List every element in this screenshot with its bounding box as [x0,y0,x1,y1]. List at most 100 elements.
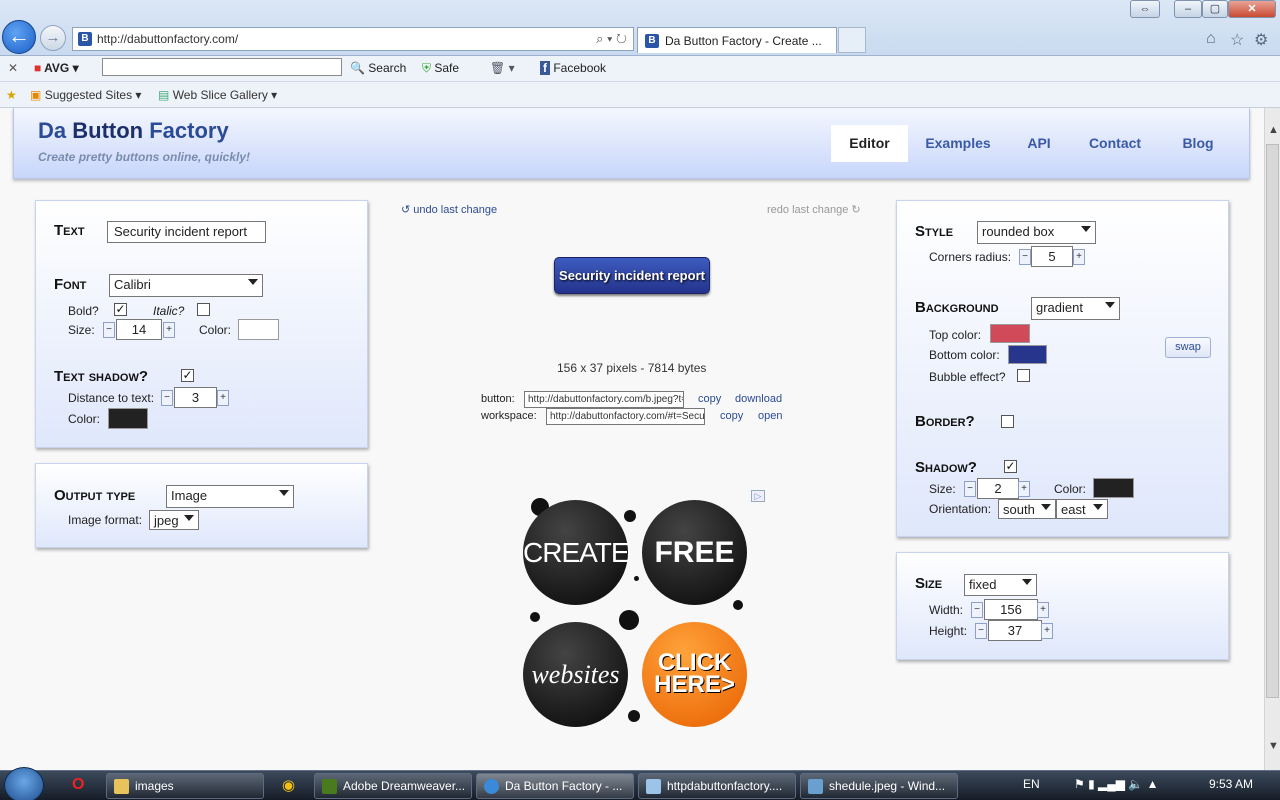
clock[interactable]: 9:53 AM [1209,777,1253,791]
workspace-url-input[interactable]: http://dabuttonfactory.com/#t=Secur [546,408,705,425]
restore-icon[interactable]: ⇔ [1130,0,1160,18]
nav-editor[interactable]: Editor [831,125,908,162]
font-select[interactable]: Calibri [109,274,263,297]
top-color-swatch[interactable] [990,324,1030,343]
avg-search-input[interactable] [102,58,342,76]
web-slice-gallery-link[interactable]: ▤ Web Slice Gallery ▾ [158,88,277,102]
chrome-icon[interactable]: ◉ [282,776,295,794]
button-url-input[interactable]: http://dabuttonfactory.com/b.jpeg?t= [524,391,684,408]
scroll-up-icon[interactable]: ▲ [1268,124,1279,136]
task-dreamweaver[interactable]: Adobe Dreamweaver... [314,773,472,799]
trash-icon[interactable]: 🗑 ▾ [490,61,515,75]
size-minus-button[interactable]: − [103,322,115,338]
nav-api[interactable]: API [1009,125,1069,162]
download-link[interactable]: download [735,393,782,405]
text-shadow-checkbox[interactable]: ✓ [181,369,194,382]
image-format-select[interactable]: jpeg [149,510,199,530]
gear-icon[interactable]: ⚙ [1254,30,1268,50]
start-button[interactable] [4,767,44,800]
width-plus-button[interactable]: + [1037,602,1049,618]
corners-minus-button[interactable]: − [1019,249,1031,265]
width-minus-button[interactable]: − [971,602,983,618]
text-panel: Text Security incident report Font Calib… [35,200,368,448]
size-plus-button[interactable]: + [163,322,175,338]
orientation-vertical-select[interactable]: south [998,499,1056,519]
copy-button-url-link[interactable]: copy [698,393,721,405]
facebook-button[interactable]: f Facebook [540,61,606,75]
task-photo-viewer[interactable]: shedule.jpeg - Wind... [800,773,958,799]
address-bar[interactable]: B http://dabuttonfactory.com/ ⌕ ▾ ↻ [72,27,634,51]
distance-plus-button[interactable]: + [217,390,229,406]
bottom-color-swatch[interactable] [1008,345,1047,364]
text-shadow-color-swatch[interactable] [108,408,148,429]
search-button[interactable]: 🔍 Search [350,61,406,75]
text-input[interactable]: Security incident report [107,221,266,243]
shadow-size-plus-button[interactable]: + [1018,481,1030,497]
distance-minus-button[interactable]: − [161,390,173,406]
size-input[interactable]: 14 [116,319,162,340]
swap-button[interactable]: swap [1165,337,1211,358]
size-mode-select[interactable]: fixed [964,574,1037,596]
background-select[interactable]: gradient [1031,297,1120,320]
output-type-select[interactable]: Image [166,485,294,508]
task-images[interactable]: images [106,773,264,799]
button-preview[interactable]: Security incident report [554,257,710,294]
site-logo[interactable]: Da Button Factory [38,118,229,144]
bold-checkbox[interactable]: ✓ [114,303,127,316]
nav-blog[interactable]: Blog [1161,125,1235,162]
ad-websites-ball: websites [523,622,628,727]
scroll-down-icon[interactable]: ▼ [1268,740,1279,752]
orientation-horizontal-select[interactable]: east [1056,499,1108,519]
avg-button[interactable]: ■ AVG ▾ [34,61,79,75]
favorites-icon[interactable]: ★ [6,88,17,102]
height-plus-button[interactable]: + [1041,623,1053,639]
language-indicator[interactable]: EN [1023,777,1040,791]
close-button[interactable]: ✕ [1228,0,1276,18]
safe-button[interactable]: ⛨ Safe [422,61,459,76]
advertisement[interactable]: ▷ CREATE FREE websites CLICK HERE> [515,488,770,733]
bubble-effect-checkbox[interactable] [1017,369,1030,382]
vertical-scrollbar[interactable]: ▲ ▼ [1264,108,1280,770]
corners-radius-input[interactable]: 5 [1031,246,1073,267]
shadow-checkbox[interactable]: ✓ [1004,460,1017,473]
style-select[interactable]: rounded box [977,221,1096,244]
adchoices-icon[interactable]: ▷ [751,490,765,502]
scroll-thumb[interactable] [1266,144,1279,698]
minimize-button[interactable]: – [1174,0,1202,18]
copy-workspace-url-link[interactable]: copy [720,410,743,422]
task-dabuttonfactory[interactable]: Da Button Factory - ... [476,773,634,799]
distance-input[interactable]: 3 [174,387,217,408]
home-icon[interactable]: ⌂ [1206,30,1216,48]
undo-link[interactable]: ↺ undo last change [401,203,497,216]
bubble-effect-label: Bubble effect? [929,370,1006,384]
browser-tab-active[interactable]: B Da Button Factory - Create ... [637,27,837,53]
suggested-sites-link[interactable]: ▣ Suggested Sites ▾ [30,88,141,102]
back-button[interactable]: ← [2,20,36,54]
ad-click-here-ball[interactable]: CLICK HERE> [642,622,747,727]
width-input[interactable]: 156 [984,599,1038,620]
shadow-color-swatch[interactable] [1093,478,1134,498]
new-tab-button[interactable] [838,27,866,53]
shadow-size-input[interactable]: 2 [977,478,1019,499]
height-minus-button[interactable]: − [975,623,987,639]
height-input[interactable]: 37 [988,620,1042,641]
corners-plus-button[interactable]: + [1073,249,1085,265]
open-link[interactable]: open [758,410,782,422]
nav-contact[interactable]: Contact [1073,125,1157,162]
button-url-label: button: [481,393,515,405]
nav-examples[interactable]: Examples [911,125,1005,162]
task-notepad[interactable]: httpdabuttonfactory.... [638,773,796,799]
maximize-button[interactable]: ▢ [1202,0,1228,18]
search-refresh-icon[interactable]: ⌕ ▾ ↻ [596,31,627,47]
italic-checkbox[interactable] [197,303,210,316]
opera-icon[interactable]: O [72,776,84,794]
border-checkbox[interactable] [1001,415,1014,428]
favorites-star-icon[interactable]: ☆ [1230,30,1244,50]
shadow-size-minus-button[interactable]: − [964,481,976,497]
text-color-swatch[interactable] [238,319,279,340]
forward-button[interactable]: → [40,25,66,51]
address-url[interactable]: http://dabuttonfactory.com/ [97,32,238,46]
tray-icons[interactable]: ⚑ ▮ ▂▄▆ 🔈 ▲ [1074,777,1158,791]
close-toolbar-icon[interactable]: ✕ [8,61,18,75]
redo-link[interactable]: redo last change ↻ [767,203,861,216]
